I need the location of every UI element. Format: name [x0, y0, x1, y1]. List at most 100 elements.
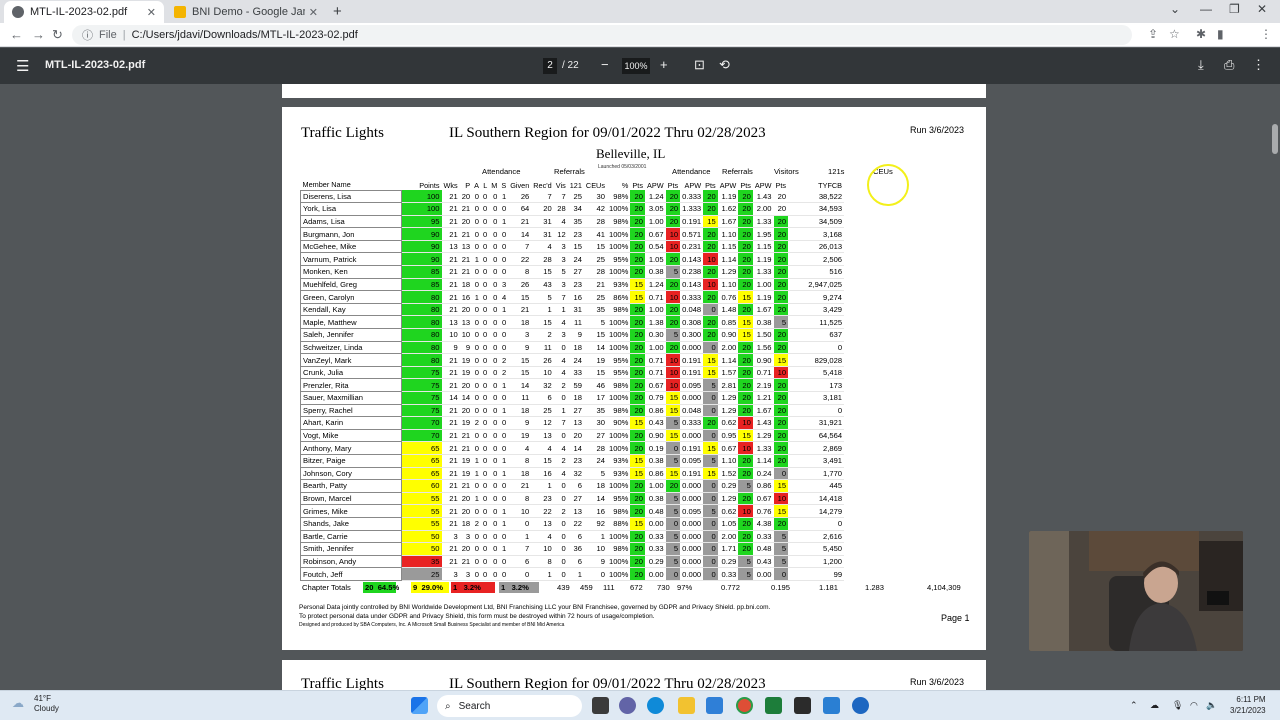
table-cell: 1.33 [752, 215, 774, 229]
chat-icon[interactable] [619, 697, 636, 714]
rotate-icon[interactable]: ⟲ [719, 57, 730, 73]
report-city: Belleville, IL [596, 146, 666, 161]
table-cell: 0 [489, 190, 500, 204]
app-icon[interactable] [852, 697, 869, 714]
table-cell: 21 [441, 404, 460, 418]
member-name: Diserens, Lisa [300, 189, 402, 204]
wifi-icon[interactable]: ◠ [1190, 700, 1198, 711]
windows-start-icon[interactable] [411, 697, 428, 714]
close-tab-icon[interactable]: ✕ [309, 6, 318, 19]
edge-icon[interactable] [647, 697, 664, 714]
table-cell: 1.56 [752, 341, 774, 355]
table-row: Green, Carolyn 80 21 16 1 0 0 4 15 5 7 16 25 86% 15 0.7… [300, 290, 845, 304]
table-cell: 15 [773, 479, 789, 493]
table-cell: 0 [481, 479, 490, 493]
chrome-icon[interactable] [736, 697, 753, 714]
table-cell: 20 [665, 315, 681, 330]
tab-strip: MTL-IL-2023-02.pdf ✕ BNI Demo - Google J… [0, 0, 1280, 23]
table-cell: 0.38 [644, 454, 666, 468]
zoom-input[interactable]: 100% [622, 58, 650, 74]
excel-icon[interactable] [765, 697, 782, 714]
chevron-up-icon[interactable]: ⌃ [1130, 700, 1138, 711]
print-icon[interactable]: ⎙ [1224, 57, 1234, 73]
table-cell: 1.50 [752, 328, 774, 342]
back-icon[interactable]: ← [10, 27, 23, 42]
fit-page-icon[interactable]: ⊡ [694, 57, 705, 73]
table-cell: 0 [472, 303, 482, 317]
reload-icon[interactable]: ↻ [52, 27, 63, 43]
chevron-down-icon[interactable]: ⌄ [1170, 2, 1180, 16]
table-cell: 0 [481, 492, 490, 506]
table-cell: 20 [703, 315, 718, 330]
table-cell: 100% [606, 530, 631, 544]
download-icon[interactable]: ⤓ [1198, 57, 1204, 73]
table-cell: 20 [630, 353, 645, 367]
table-cell: 20 [773, 227, 789, 241]
share-icon[interactable]: ⇪ [1148, 27, 1158, 41]
table-cell: 20 [738, 404, 753, 418]
zoom-in-icon[interactable]: + [660, 57, 668, 72]
weather-widget[interactable]: ☁ 41°F Cloudy [10, 694, 59, 714]
zoom-out-icon[interactable]: − [601, 57, 609, 72]
table-cell: 0 [703, 517, 718, 531]
points-cell: 65 [401, 441, 442, 455]
url-field[interactable]: ⓘ File | C:/Users/jdavi/Downloads/MTL-IL… [72, 25, 1132, 45]
star-icon[interactable]: ☆ [1169, 27, 1180, 41]
table-cell: 1 [499, 517, 509, 531]
new-tab-icon[interactable]: + [333, 3, 342, 20]
table-cell: 20 [630, 202, 645, 216]
table-cell: 23 [531, 492, 554, 506]
file-explorer-icon[interactable] [678, 697, 695, 714]
menu-icon[interactable]: ⋮ [1260, 27, 1272, 41]
cloud-icon[interactable]: ☁ [1150, 700, 1159, 711]
clock[interactable]: 6:11 PM 3/21/2023 [1230, 694, 1266, 716]
table-cell: 9 [441, 341, 460, 355]
taskbar-search[interactable]: ⌕ Search [437, 695, 582, 717]
table-cell: 20 [738, 215, 753, 229]
table-cell: 0 [553, 341, 568, 355]
extensions-icon[interactable]: ✱ [1196, 27, 1206, 41]
restore-icon[interactable]: ❐ [1229, 2, 1240, 16]
column-header: TYFCB [818, 180, 843, 190]
tab-pdf[interactable]: MTL-IL-2023-02.pdf ✕ [4, 1, 164, 23]
table-cell: 0 [553, 542, 568, 556]
table-cell: 0 [489, 252, 500, 267]
table-cell: 1.33 [752, 441, 774, 455]
volume-icon[interactable]: 🔈 [1206, 700, 1217, 711]
more-icon[interactable]: ⋮ [1252, 57, 1265, 73]
minimize-icon[interactable]: — [1200, 2, 1212, 16]
tab-jamboard[interactable]: BNI Demo - Google Jamboard ✕ [166, 1, 326, 23]
table-cell: 1.24 [644, 278, 666, 292]
table-cell: 15 [665, 429, 681, 443]
table-cell: 0.000 [680, 429, 704, 443]
app-icon[interactable] [823, 697, 840, 714]
microphone-icon[interactable]: 🎙 [1172, 700, 1183, 711]
table-cell: 0 [481, 441, 490, 455]
close-window-icon[interactable]: ✕ [1257, 2, 1267, 16]
table-cell: 0.76 [717, 290, 739, 304]
table-row: Muehlfeld, Greg 85 21 18 0 0 0 3 26 43 3 23 21 93% 15 1… [300, 277, 845, 292]
table-cell: 5 [553, 265, 568, 279]
table-cell: 21 [459, 555, 473, 569]
page-number-input[interactable]: 2 [543, 58, 557, 74]
table-cell: 5 [665, 555, 681, 569]
info-icon[interactable]: ⓘ [82, 27, 93, 43]
table-cell: 0 [489, 441, 500, 455]
forward-icon[interactable]: → [32, 27, 45, 42]
scrollbar-thumb[interactable] [1272, 124, 1278, 154]
table-cell: 0 [499, 328, 509, 342]
table-cell: 20 [738, 303, 753, 317]
table-cell: 20 [703, 328, 718, 342]
member-name: Sperry, Rachel [300, 403, 402, 418]
close-tab-icon[interactable]: ✕ [147, 6, 156, 19]
table-row: Adams, Lisa 95 21 20 0 0 0 1 21 31 4 35 28 98% 20 1.00 2… [300, 214, 845, 229]
scrollbar[interactable] [1270, 84, 1280, 690]
task-view-icon[interactable] [592, 697, 609, 714]
table-cell: 3 [441, 530, 460, 544]
hamburger-icon[interactable]: ☰ [16, 57, 29, 75]
mail-icon[interactable] [706, 697, 723, 714]
xbox-icon[interactable] [794, 697, 811, 714]
sidebar-icon[interactable]: ▮ [1217, 27, 1224, 41]
table-cell: 100% [606, 341, 631, 355]
table-cell: 15 [531, 265, 554, 279]
